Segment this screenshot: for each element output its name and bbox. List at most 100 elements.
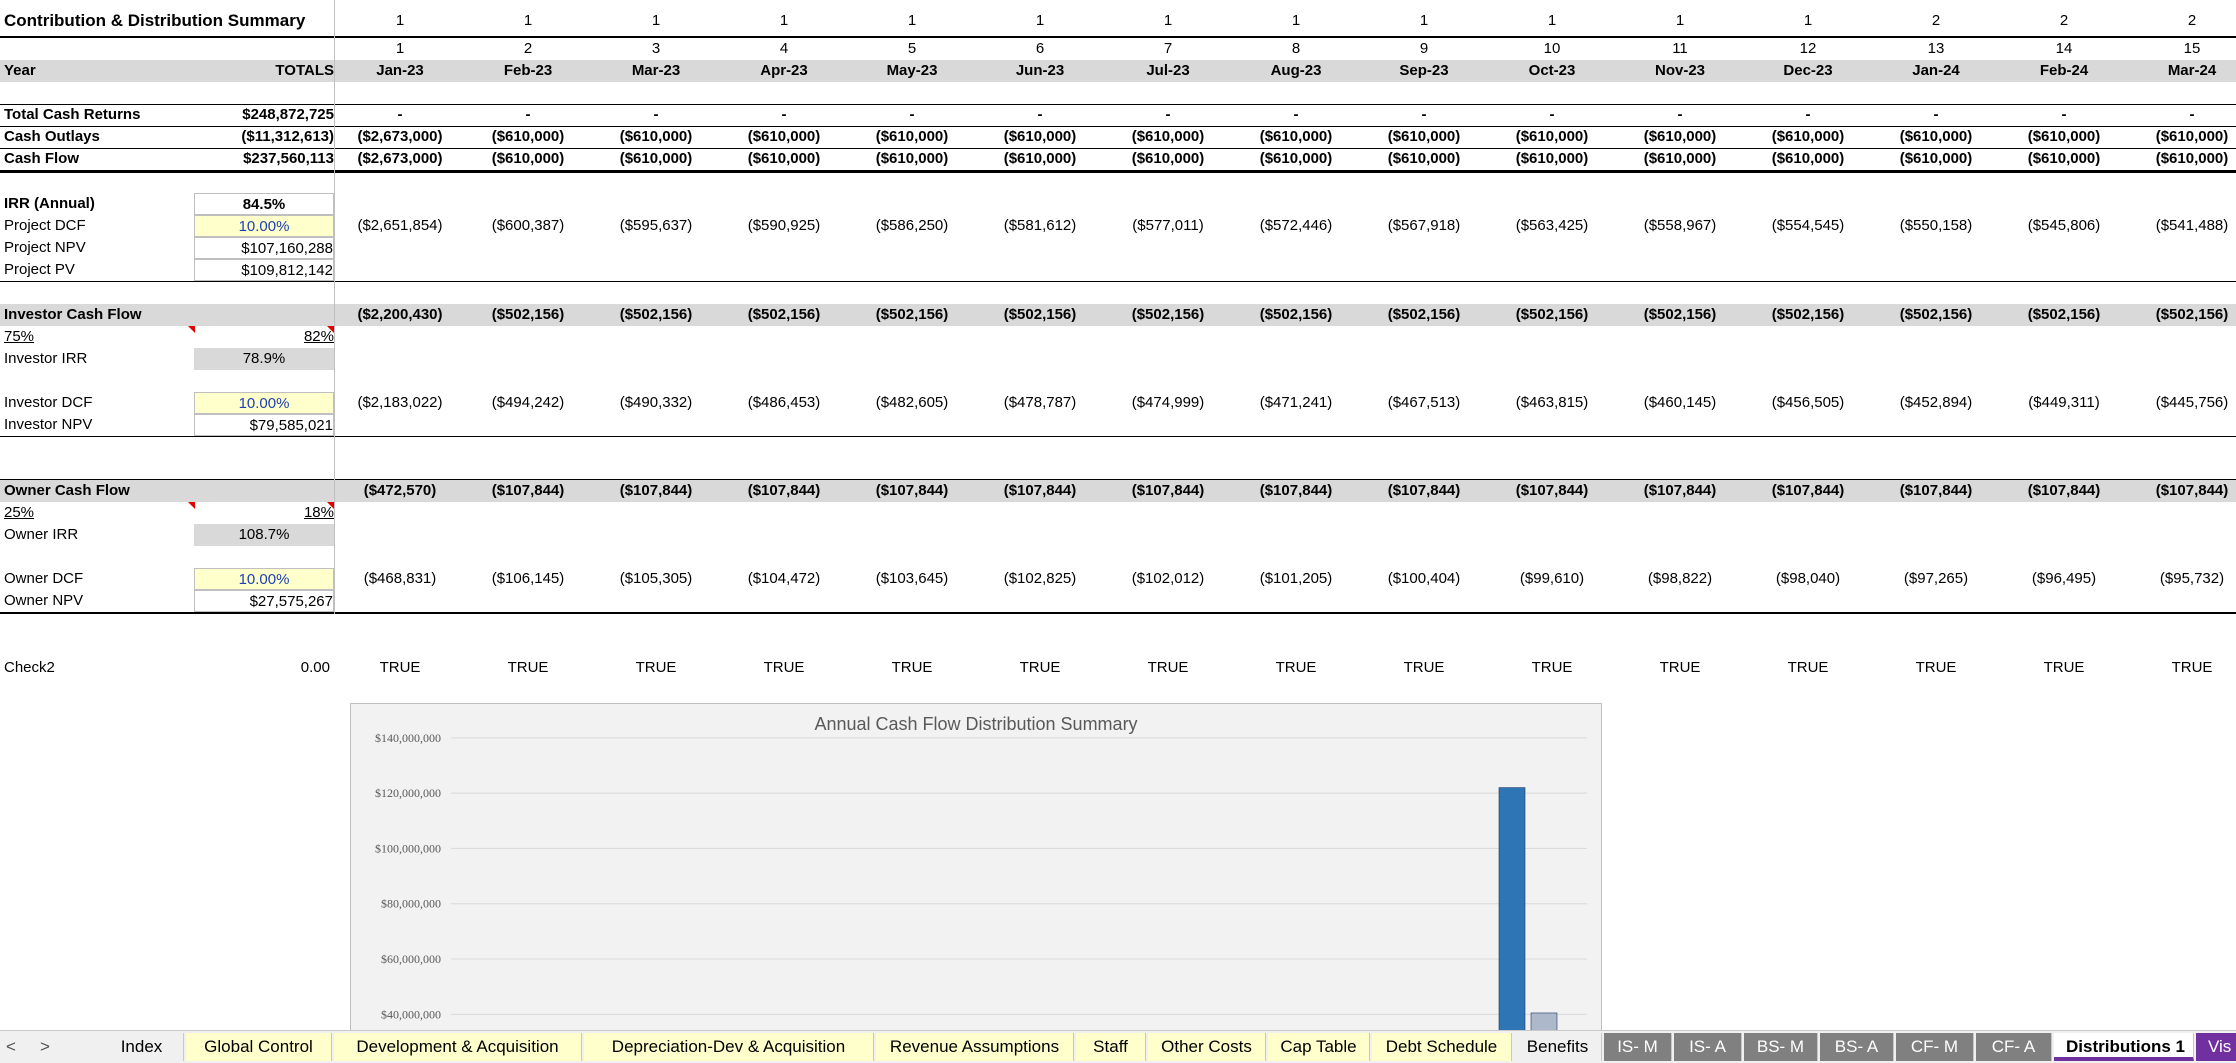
project-pv-value[interactable]: $109,812,142 [194,259,334,281]
tab-depreciation-dev-acquisition[interactable]: Depreciation-Dev & Acquisition [584,1033,874,1061]
period-number-cell[interactable]: 11 [1616,38,1744,60]
investor-cash-flow-cell[interactable]: ($502,156) [1616,304,1744,326]
investor-cash-flow-cell[interactable]: ($502,156) [848,304,976,326]
period-number-cell[interactable]: 2 [464,38,592,60]
owner-cash-flow-cell[interactable]: ($107,844) [720,480,848,502]
year-index-cell[interactable]: 1 [464,10,592,32]
owner-cash-flow-cell[interactable]: ($107,844) [1616,480,1744,502]
investor-cash-flow-cell[interactable]: ($502,156) [2128,304,2236,326]
cash-outlays-cell[interactable]: ($610,000) [464,126,592,148]
cash-outlays-cell[interactable]: ($610,000) [848,126,976,148]
owner-cash-flow-cell[interactable]: ($107,844) [2000,480,2128,502]
cash-flow-cell[interactable]: ($610,000) [1488,148,1616,170]
investor-cash-flow-cell[interactable]: ($502,156) [1744,304,1872,326]
year-index-cell[interactable]: 1 [1232,10,1360,32]
owner-cash-flow-cell[interactable]: ($107,844) [1872,480,2000,502]
investor-cash-flow-cell[interactable]: ($502,156) [720,304,848,326]
cash-outlays-cell[interactable]: ($610,000) [2128,126,2236,148]
check-cell[interactable]: TRUE [720,657,848,679]
project-dcf-cell[interactable]: ($586,250) [848,215,976,237]
cash-outlays-total[interactable]: ($11,312,613) [194,126,334,148]
owner-cash-flow-cell[interactable]: ($107,844) [2128,480,2236,502]
month-header-cell[interactable]: Nov-23 [1616,60,1744,82]
cash-flow-cell[interactable]: ($610,000) [720,148,848,170]
check-cell[interactable]: TRUE [1744,657,1872,679]
year-index-cell[interactable]: 2 [2128,10,2236,32]
cash-flow-cell[interactable]: ($610,000) [464,148,592,170]
owner-dcf-cell[interactable]: ($95,732) [2128,568,2236,590]
chart-bar[interactable] [1498,787,1526,1042]
project-dcf-cell[interactable]: ($2,651,854) [336,215,464,237]
cash-flow-cell[interactable]: ($610,000) [1872,148,2000,170]
project-dcf-cell[interactable]: ($572,446) [1232,215,1360,237]
owner-dcf-cell[interactable]: ($101,205) [1232,568,1360,590]
project-dcf-cell[interactable]: ($590,925) [720,215,848,237]
tab-bs-a[interactable]: BS- A [1820,1033,1894,1061]
check-cell[interactable]: TRUE [464,657,592,679]
owner-cash-flow-cell[interactable]: ($107,844) [1744,480,1872,502]
investor-cash-flow-cell[interactable]: ($502,156) [1488,304,1616,326]
owner-cash-flow-cell[interactable]: ($107,844) [464,480,592,502]
owner-share-left[interactable]: 25% [4,502,195,524]
owner-cash-flow-cell[interactable]: ($107,844) [1104,480,1232,502]
tab-benefits[interactable]: Benefits [1514,1033,1602,1061]
owner-cash-flow-cell[interactable]: ($472,570) [336,480,464,502]
annual-cash-flow-chart[interactable]: Annual Cash Flow Distribution Summary $1… [350,703,1602,1043]
investor-dcf-cell[interactable]: ($445,756) [2128,392,2236,414]
owner-dcf-cell[interactable]: ($106,145) [464,568,592,590]
month-header-cell[interactable]: Jun-23 [976,60,1104,82]
year-index-cell[interactable]: 1 [336,10,464,32]
tab-scroll-left-icon[interactable]: < [6,1037,16,1057]
cash-outlays-cell[interactable]: ($610,000) [976,126,1104,148]
total-cash-returns-cell[interactable]: - [1232,104,1360,126]
cash-flow-cell[interactable]: ($2,673,000) [336,148,464,170]
investor-cash-flow-cell[interactable]: ($502,156) [976,304,1104,326]
owner-irr-value[interactable]: 108.7% [194,524,334,546]
period-number-cell[interactable]: 12 [1744,38,1872,60]
total-cash-returns-cell[interactable]: - [464,104,592,126]
project-dcf-cell[interactable]: ($541,488) [2128,215,2236,237]
owner-cash-flow-cell[interactable]: ($107,844) [1488,480,1616,502]
investor-dcf-cell[interactable]: ($449,311) [2000,392,2128,414]
period-number-cell[interactable]: 10 [1488,38,1616,60]
total-cash-returns-cell[interactable]: - [976,104,1104,126]
cash-flow-cell[interactable]: ($610,000) [1744,148,1872,170]
check-cell[interactable]: TRUE [336,657,464,679]
owner-dcf-cell[interactable]: ($103,645) [848,568,976,590]
tab-scroll-right-icon[interactable]: > [40,1037,50,1057]
project-npv-value[interactable]: $107,160,288 [194,237,334,259]
investor-cash-flow-cell[interactable]: ($502,156) [464,304,592,326]
month-header-cell[interactable]: Feb-23 [464,60,592,82]
total-cash-returns-cell[interactable]: - [336,104,464,126]
investor-share-left[interactable]: 75% [4,326,195,348]
month-header-cell[interactable]: Mar-23 [592,60,720,82]
project-dcf-input[interactable]: 10.00% [194,215,334,237]
project-dcf-cell[interactable]: ($550,158) [1872,215,2000,237]
cash-flow-cell[interactable]: ($610,000) [2000,148,2128,170]
check-cell[interactable]: TRUE [592,657,720,679]
total-cash-returns-cell[interactable]: - [592,104,720,126]
owner-dcf-cell[interactable]: ($97,265) [1872,568,2000,590]
investor-dcf-cell[interactable]: ($474,999) [1104,392,1232,414]
tab-index[interactable]: Index [100,1033,184,1061]
total-cash-returns-cell[interactable]: - [1104,104,1232,126]
cash-outlays-cell[interactable]: ($610,000) [1488,126,1616,148]
investor-irr-value[interactable]: 78.9% [194,348,334,370]
investor-dcf-cell[interactable]: ($478,787) [976,392,1104,414]
month-header-cell[interactable]: Jan-23 [336,60,464,82]
tab-cf-a[interactable]: CF- A [1976,1033,2052,1061]
cash-outlays-cell[interactable]: ($610,000) [2000,126,2128,148]
check-cell[interactable]: TRUE [1488,657,1616,679]
month-header-cell[interactable]: Aug-23 [1232,60,1360,82]
month-header-cell[interactable]: Jan-24 [1872,60,2000,82]
project-dcf-cell[interactable]: ($577,011) [1104,215,1232,237]
period-number-cell[interactable]: 14 [2000,38,2128,60]
year-index-cell[interactable]: 1 [720,10,848,32]
owner-dcf-cell[interactable]: ($99,610) [1488,568,1616,590]
period-number-cell[interactable]: 13 [1872,38,2000,60]
year-index-cell[interactable]: 2 [2000,10,2128,32]
cash-outlays-cell[interactable]: ($610,000) [1872,126,2000,148]
year-index-cell[interactable]: 1 [1616,10,1744,32]
period-number-cell[interactable]: 8 [1232,38,1360,60]
cash-outlays-cell[interactable]: ($610,000) [720,126,848,148]
